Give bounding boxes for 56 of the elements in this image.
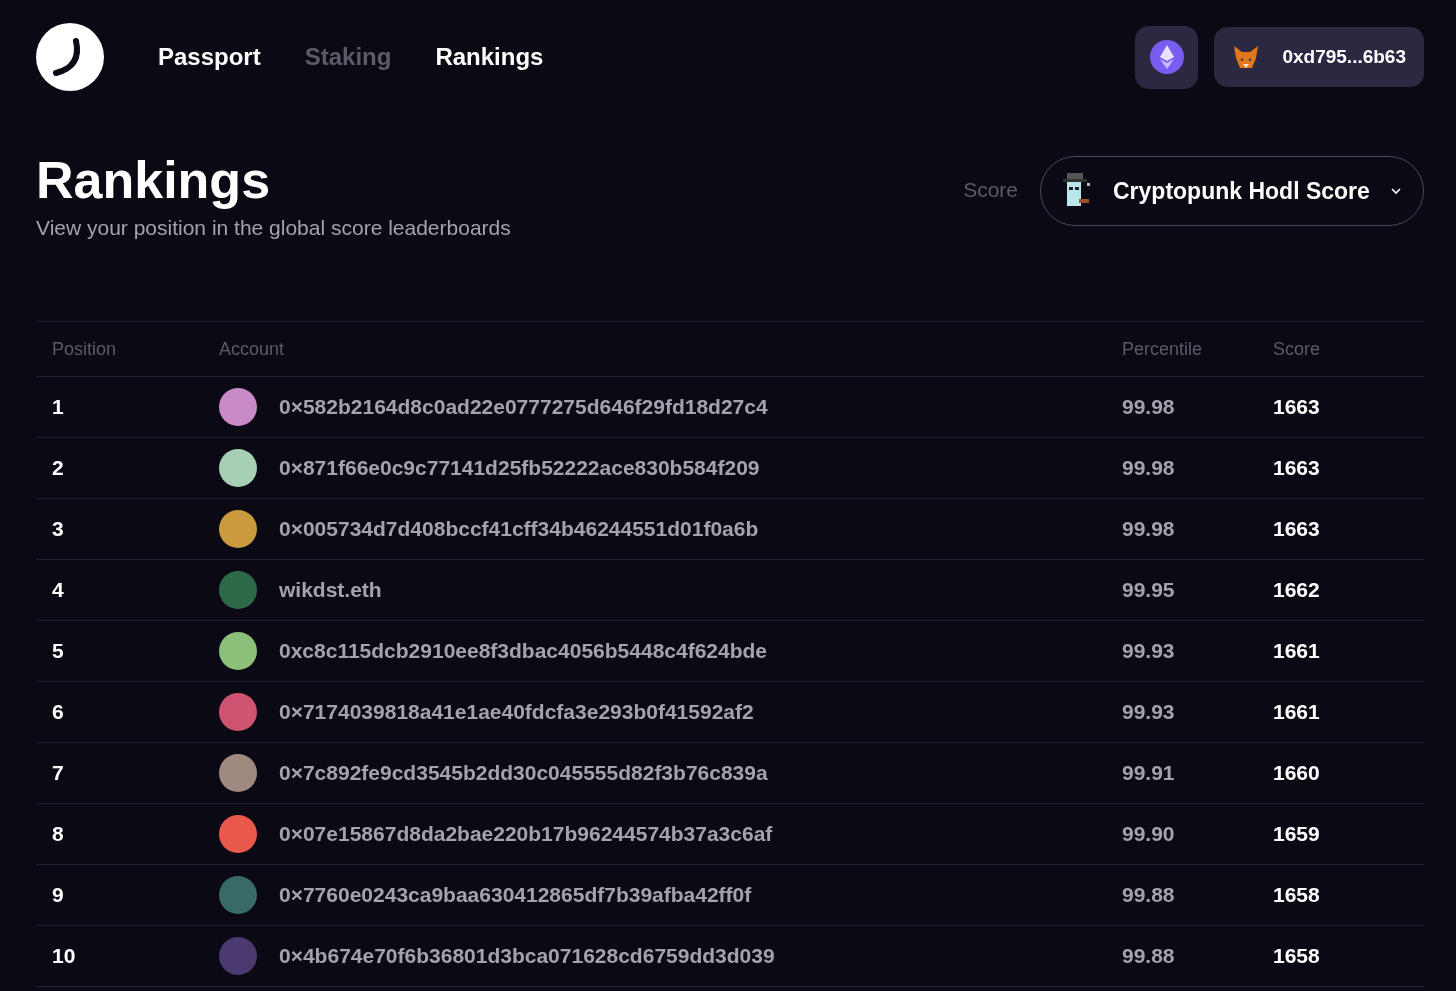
chevron-down-icon <box>1389 187 1402 195</box>
page-subtitle: View your position in the global score leaderboards <box>36 216 512 240</box>
ethereum-icon <box>1149 40 1184 74</box>
logo-icon[interactable] <box>36 23 104 91</box>
account-address: 0×7760e0243ca9baa630412865df7b39afba42ff0f <box>279 883 752 907</box>
position-cell-text: 6 <box>52 700 65 724</box>
account-address: 0×005734d7d408bccf41cff34b46244551d01f0a6b <box>279 517 759 541</box>
column-header: Position <box>52 338 118 360</box>
position-cell-text: 4 <box>52 578 65 602</box>
percentile-cell-text: 99.88 <box>1122 944 1176 968</box>
score-cell-text: 1662 <box>1273 578 1321 602</box>
percentile-cell-text: 99.93 <box>1122 700 1176 724</box>
percentile-cell-text: 99.98 <box>1122 456 1176 480</box>
score-cell-text: 1659 <box>1273 822 1321 846</box>
column-header: Account <box>219 338 286 360</box>
account-address: wikdst.eth <box>279 578 382 602</box>
score-cell-text: 1661 <box>1273 700 1321 724</box>
score-cell-text: 1663 <box>1273 456 1321 480</box>
position-cell-text: 2 <box>52 456 65 480</box>
account-address: 0×4b674e70f6b36801d3bca071628cd6759dd3d039 <box>279 944 775 968</box>
position-cell-text: 8 <box>52 822 65 846</box>
nav-link[interactable]: Rankings <box>435 43 544 71</box>
score-cell-text: 1658 <box>1273 944 1321 968</box>
score-cell-text: 1663 <box>1273 517 1321 541</box>
network-button[interactable] <box>1135 25 1199 89</box>
percentile-cell-text: 99.90 <box>1122 822 1176 846</box>
percentile-cell-text: 99.88 <box>1122 883 1176 907</box>
account-address: 0×7c892fe9cd3545b2dd30c045555d82f3b76c839a <box>279 761 768 785</box>
account-address: 0xc8c115dcb2910ee8f3dbac4056b5448c4f624bde <box>279 639 768 663</box>
score-cell-text: 1661 <box>1273 639 1321 663</box>
pixel-character-icon <box>1061 173 1093 209</box>
score-cell-text: 1660 <box>1273 761 1321 785</box>
position-cell-text: 10 <box>52 944 77 968</box>
score-cell-text: 1663 <box>1273 395 1321 419</box>
score-cell-text: 1658 <box>1273 883 1321 907</box>
account-address: 0×582b2164d8c0ad22e0777275d646f29fd18d27c4 <box>279 395 768 419</box>
account-address: 0×871f66e0c9c77141d25fb52222ace830b584f209 <box>279 456 760 480</box>
percentile-cell-text: 99.98 <box>1122 517 1176 541</box>
position-cell-text: 9 <box>52 883 65 907</box>
nav-link[interactable]: Passport <box>158 43 261 71</box>
position-cell-text: 5 <box>52 639 65 663</box>
account-address: 0×7174039818a41e1ae40fdcfa3e293b0f41592af2 <box>279 700 754 724</box>
percentile-cell-text: 99.93 <box>1122 639 1176 663</box>
score-label: Score <box>963 178 1018 202</box>
page-title: Rankings <box>36 150 272 210</box>
column-header: Percentile <box>1122 338 1204 360</box>
percentile-cell-text: 99.91 <box>1122 761 1176 785</box>
column-header: Score <box>1273 338 1322 360</box>
percentile-cell-text: 99.98 <box>1122 395 1176 419</box>
position-cell-text: 7 <box>52 761 65 785</box>
percentile-cell-text: 99.95 <box>1122 578 1176 602</box>
account-address: 0×07e15867d8da2bae220b17b96244574b37a3c6af <box>279 822 773 846</box>
position-cell-text: 3 <box>52 517 65 541</box>
wallet-button[interactable]: 0xd795...6b63 <box>1214 27 1424 87</box>
fox-icon <box>1232 44 1261 70</box>
position-cell-text: 1 <box>52 395 65 419</box>
